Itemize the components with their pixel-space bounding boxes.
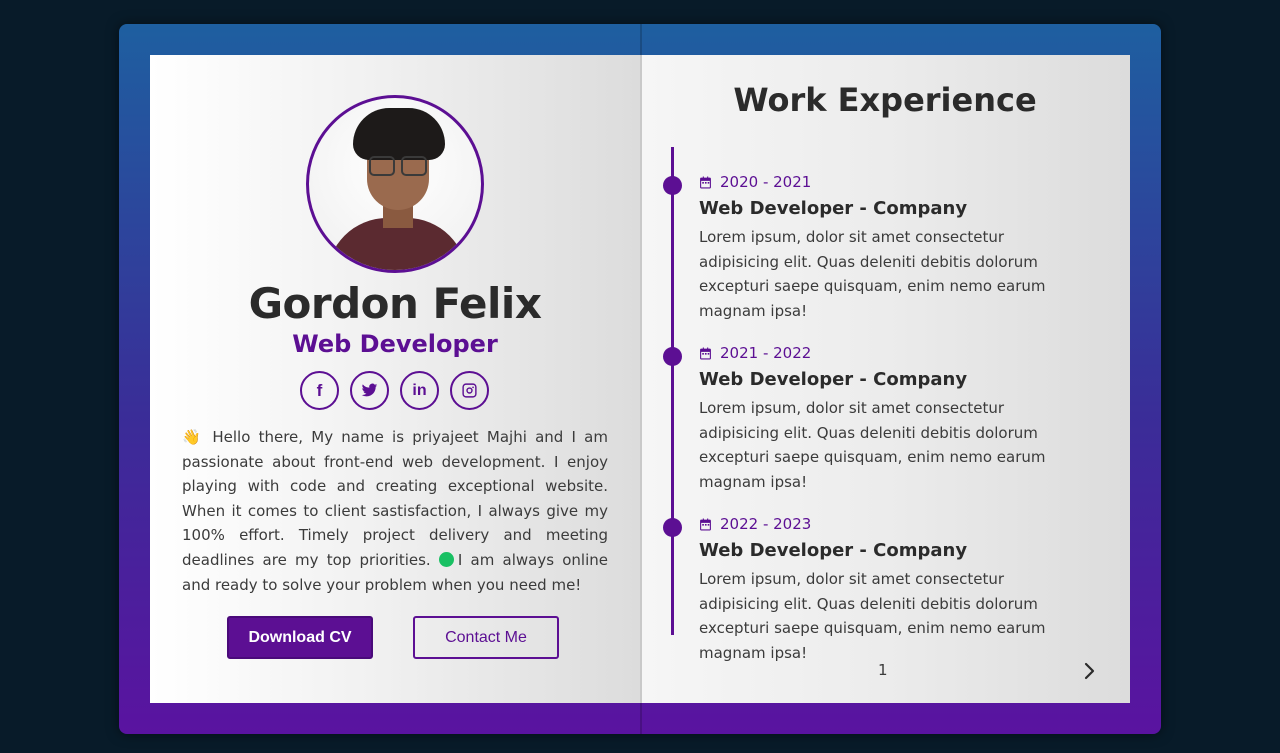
chevron-right-icon[interactable]	[1082, 662, 1098, 682]
timeline-node	[663, 518, 682, 537]
download-cv-button[interactable]: Download CV	[227, 616, 373, 659]
section-title: Work Experience	[733, 81, 1037, 119]
job-title: Web Developer - Company	[699, 540, 968, 561]
calendar-icon	[700, 347, 711, 359]
experience-date: 2020 - 2021	[699, 173, 811, 191]
calendar-icon	[700, 176, 711, 188]
linkedin-icon[interactable]: in	[400, 371, 439, 410]
experience-page: Work Experience 2020 - 2021 Web Develope…	[640, 55, 1130, 703]
avatar	[306, 95, 484, 273]
instagram-icon[interactable]	[450, 371, 489, 410]
page-number: 1	[878, 661, 888, 679]
twitter-icon[interactable]	[350, 371, 389, 410]
job-title: Web Developer - Company	[699, 369, 968, 390]
facebook-icon[interactable]: f	[300, 371, 339, 410]
job-description: Lorem ipsum, dolor sit amet consectetur …	[699, 570, 1046, 662]
calendar-icon	[700, 518, 711, 530]
about-text: 👋 Hello there, My name is priyajeet Majh…	[182, 425, 608, 597]
profile-name: Gordon Felix	[248, 279, 542, 328]
job-description: Lorem ipsum, dolor sit amet consectetur …	[699, 228, 1046, 320]
contact-me-button[interactable]: Contact Me	[413, 616, 559, 659]
experience-date: 2021 - 2022	[699, 344, 811, 362]
book: Gordon Felix Web Developer f in 👋 Hello …	[119, 24, 1161, 734]
social-links: f in	[300, 371, 490, 411]
timeline-node	[663, 347, 682, 366]
experience-date: 2022 - 2023	[699, 515, 811, 533]
timeline-node	[663, 176, 682, 195]
job-description: Lorem ipsum, dolor sit amet consectetur …	[699, 399, 1046, 491]
profile-page: Gordon Felix Web Developer f in 👋 Hello …	[150, 55, 640, 703]
wave-emoji-icon: 👋	[182, 428, 205, 446]
job-title: Web Developer - Company	[699, 198, 968, 219]
profile-role: Web Developer	[292, 330, 498, 358]
timeline-line	[671, 147, 674, 635]
online-status-icon	[438, 551, 454, 567]
about-part-1: Hello there, My name is priyajeet Majhi …	[182, 428, 608, 569]
